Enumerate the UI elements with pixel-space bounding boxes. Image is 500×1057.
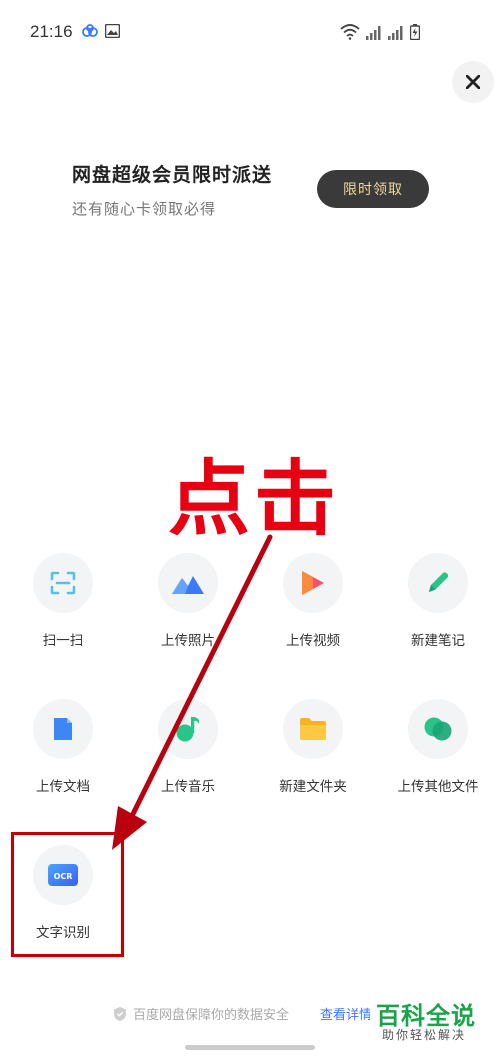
grid-item-label: 上传其他文件 <box>397 779 479 795</box>
status-time: 21:16 <box>30 22 73 41</box>
promo-subtitle: 还有随心卡领取必得 <box>72 200 217 218</box>
grid-item-upload-video[interactable]: 上传视频 <box>258 553 368 673</box>
wifi-icon <box>340 24 360 40</box>
music-icon <box>176 717 200 742</box>
grid-item-label: 新建文件夹 <box>279 779 347 795</box>
grid-item-new-note[interactable]: 新建笔记 <box>383 553 493 673</box>
grid-item-label: 新建笔记 <box>411 633 465 649</box>
watermark-sub: 助你轻松解决 <box>382 1028 467 1042</box>
grid-item-new-folder[interactable]: 新建文件夹 <box>258 699 368 819</box>
promo-claim-button[interactable]: 限时领取 <box>317 170 429 208</box>
shield-icon <box>114 1006 126 1021</box>
highlight-box <box>11 832 124 957</box>
grid-item-upload-other-file[interactable]: 上传其他文件 <box>383 699 493 819</box>
close-button[interactable] <box>452 61 494 103</box>
document-icon-circle <box>33 699 93 759</box>
security-text: 百度网盘保障你的数据安全 <box>133 1008 290 1023</box>
note-icon <box>429 572 449 592</box>
grid-item-label: 上传文档 <box>36 779 90 795</box>
grid-item-label: 上传视频 <box>286 633 340 649</box>
folder-icon-circle <box>283 699 343 759</box>
grid-item-label: 扫一扫 <box>42 633 84 649</box>
watermark: 百科全说 助你轻松解决 <box>370 994 498 1046</box>
promo-title: 网盘超级会员限时派送 <box>72 164 273 186</box>
video-icon <box>302 571 324 595</box>
photo-icon-circle <box>158 553 218 613</box>
status-bar: 21:16 <box>0 0 500 60</box>
signal-icon <box>366 26 381 40</box>
grid-item-upload-music[interactable]: 上传音乐 <box>133 699 243 819</box>
annotation-text: 点击 <box>168 452 341 547</box>
view-details-link[interactable]: 查看详情 <box>320 1004 372 1023</box>
video-icon-circle <box>283 553 343 613</box>
other-file-icon <box>424 717 452 741</box>
cloud-icon <box>82 24 98 37</box>
grid-item-upload-photo[interactable]: 上传照片 <box>133 553 243 673</box>
close-icon <box>466 75 480 89</box>
photo-icon <box>172 576 204 594</box>
footer-security: 百度网盘保障你的数据安全 <box>113 1004 289 1023</box>
scan-icon <box>50 571 76 595</box>
signal-icon-2 <box>388 26 403 40</box>
grid-item-label: 上传照片 <box>161 633 215 649</box>
other-file-icon-circle <box>408 699 468 759</box>
document-icon <box>54 718 72 740</box>
grid-item-label: 上传音乐 <box>161 779 215 795</box>
home-indicator[interactable] <box>185 1045 315 1050</box>
gallery-icon <box>105 24 120 38</box>
grid-item-upload-document[interactable]: 上传文档 <box>8 699 118 819</box>
folder-icon <box>300 718 326 740</box>
note-icon-circle <box>408 553 468 613</box>
battery-icon <box>410 24 420 40</box>
music-icon-circle <box>158 699 218 759</box>
status-indicators <box>340 22 420 40</box>
scan-icon-circle <box>33 553 93 613</box>
grid-item-scan[interactable]: 扫一扫 <box>8 553 118 673</box>
